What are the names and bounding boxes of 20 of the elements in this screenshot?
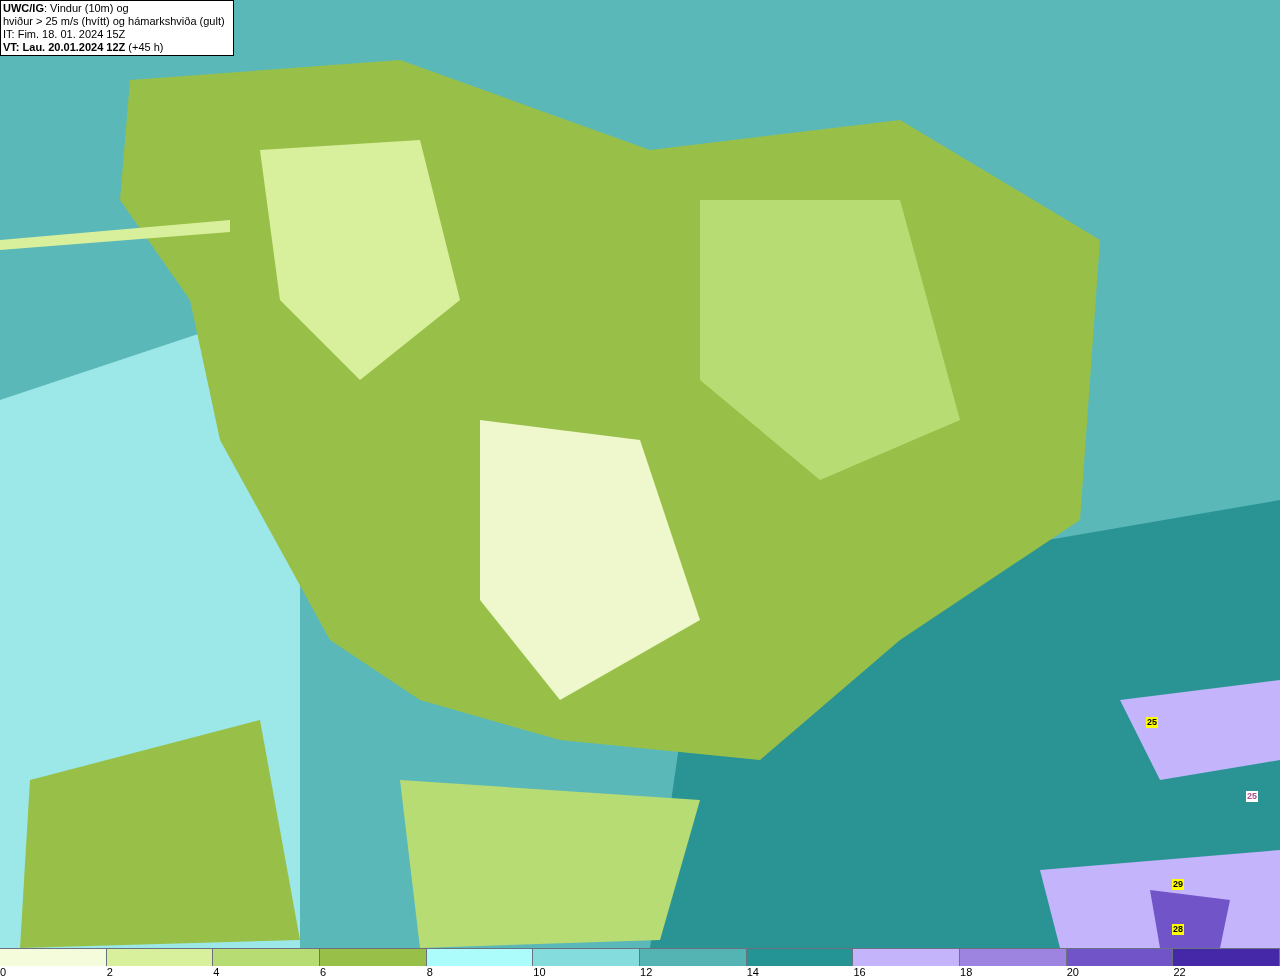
value-label: 28 [1172,924,1184,935]
scale-label: 20 [1066,966,1079,978]
scale-label: 14 [746,966,759,978]
scale-label: 22 [1173,966,1186,978]
scale-label: 10 [533,966,546,978]
scale-label: 8 [426,966,433,978]
header-text: IT: Fim. 18. 01. 2024 15Z [3,28,127,41]
header-text: VT: Lau. 20.01.2024 12Z (+45 h) [3,41,165,54]
value-label: 29 [1172,879,1184,890]
scale-label: 4 [213,966,220,978]
scale-label: 18 [960,966,973,978]
scale-label: 0 [0,966,7,978]
value-label: 25 [1146,717,1158,728]
header-text: hviður > 25 m/s (hvítt) og hámarkshviða (gult) [3,15,226,28]
scale-label: 12 [640,966,653,978]
header-text: UWC/IG: Vindur (10m) og [3,2,130,15]
scale-label: 16 [853,966,866,978]
scale-label: 6 [320,966,327,978]
value-label: 25 [1246,791,1258,802]
scale-label: 2 [106,966,113,978]
